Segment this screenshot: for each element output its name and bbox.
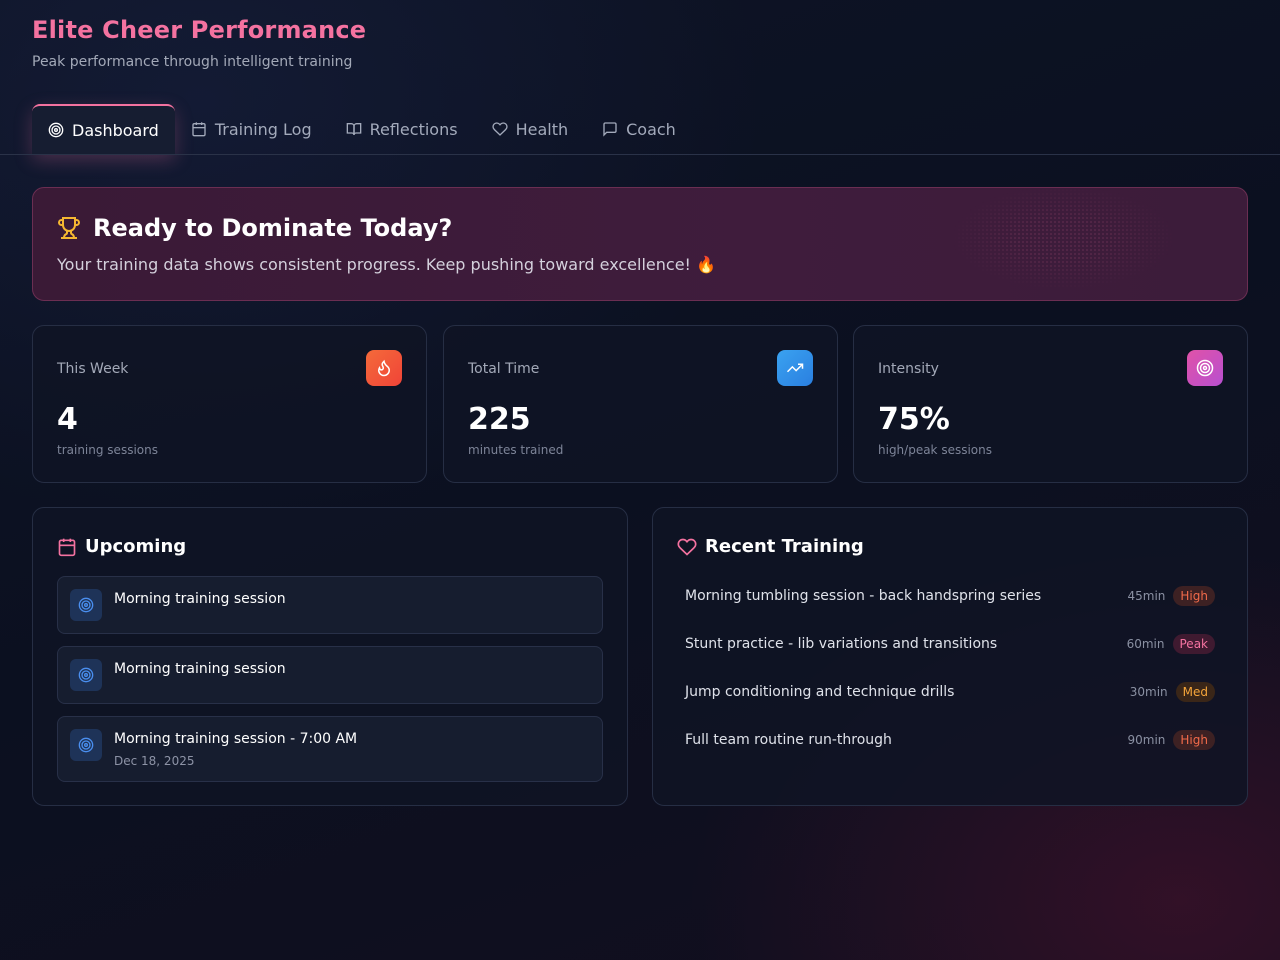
- banner-heading: Ready to Dominate Today?: [57, 214, 452, 242]
- training-description: Stunt practice - lib variations and tran…: [685, 636, 998, 652]
- stat-value: 75%: [878, 402, 950, 437]
- intensity-badge: High: [1173, 730, 1215, 750]
- training-description: Jump conditioning and technique drills: [685, 684, 955, 700]
- app-header: Elite Cheer Performance Peak performance…: [32, 16, 366, 70]
- flame-icon: [377, 359, 391, 377]
- tab-label: Dashboard: [72, 120, 159, 140]
- stat-icon-box: [366, 350, 402, 386]
- banner-text: Your training data shows consistent prog…: [57, 255, 716, 274]
- stat-label: Total Time: [468, 361, 540, 377]
- app-title: Elite Cheer Performance: [32, 16, 367, 44]
- intensity-badge: Med: [1175, 682, 1215, 702]
- chat-icon: [603, 122, 617, 137]
- training-duration: 90min: [1127, 733, 1166, 747]
- book-icon: [346, 123, 361, 136]
- upcoming-icon-box: [70, 659, 102, 691]
- banner-title: Ready to Dominate Today?: [93, 214, 453, 242]
- upcoming-item[interactable]: Morning training session: [57, 646, 603, 704]
- intensity-badge: High: [1173, 586, 1215, 606]
- training-row[interactable]: Full team routine run-through 90min High: [685, 728, 1215, 752]
- panel-heading: Recent Training: [677, 536, 864, 557]
- training-description: Full team routine run-through: [685, 732, 892, 748]
- tab-dashboard[interactable]: Dashboard: [32, 104, 175, 154]
- calendar-icon: [192, 122, 206, 137]
- banner-decoration: [913, 188, 1213, 300]
- tab-label: Reflections: [369, 119, 458, 139]
- tab-divider: [0, 154, 1280, 155]
- tab-training-log[interactable]: Training Log: [175, 104, 330, 154]
- stat-value: 4: [57, 402, 78, 437]
- trophy-icon: [58, 217, 80, 239]
- target-icon: [1196, 359, 1214, 377]
- stat-subtext: minutes trained: [468, 443, 564, 457]
- panel-title: Upcoming: [85, 536, 187, 557]
- training-duration: 30min: [1129, 685, 1168, 699]
- upcoming-item[interactable]: Morning training session - 7:00 AM Dec 1…: [57, 716, 603, 782]
- training-description: Morning tumbling session - back handspri…: [685, 588, 1042, 604]
- training-duration: 45min: [1127, 589, 1166, 603]
- upcoming-item[interactable]: Morning training session: [57, 576, 603, 634]
- motivation-banner: Ready to Dominate Today? Your training d…: [32, 187, 1248, 301]
- stat-subtext: training sessions: [57, 443, 158, 457]
- stat-label: This Week: [57, 361, 129, 377]
- stat-card-total-time: Total Time 225 minutes trained: [443, 325, 838, 483]
- upcoming-icon-box: [70, 729, 102, 761]
- stat-value: 225: [468, 402, 531, 437]
- training-row[interactable]: Jump conditioning and technique drills 3…: [685, 680, 1215, 704]
- upcoming-panel: Upcoming Morning training session Mornin…: [32, 507, 628, 806]
- stat-card-this-week: This Week 4 training sessions: [32, 325, 427, 483]
- recent-training-panel: Recent Training Morning tumbling session…: [652, 507, 1248, 806]
- tab-coach[interactable]: Coach: [586, 104, 694, 154]
- stat-card-intensity: Intensity 75% high/peak sessions: [853, 325, 1248, 483]
- upcoming-icon-box: [70, 589, 102, 621]
- trending-up-icon: [786, 363, 804, 373]
- upcoming-date: Dec 18, 2025: [114, 754, 195, 768]
- stat-icon-box: [1187, 350, 1223, 386]
- stat-icon-box: [777, 350, 813, 386]
- upcoming-title: Morning training session: [114, 591, 286, 607]
- stat-label: Intensity: [878, 361, 939, 377]
- upcoming-title: Morning training session: [114, 661, 286, 677]
- tab-bar: Dashboard Training Log Reflections Healt…: [32, 104, 694, 154]
- tab-health[interactable]: Health: [476, 104, 587, 154]
- intensity-badge: Peak: [1172, 634, 1215, 654]
- tab-reflections[interactable]: Reflections: [330, 104, 476, 154]
- panel-title: Recent Training: [705, 536, 864, 557]
- app-subtitle: Peak performance through intelligent tra…: [32, 54, 353, 70]
- upcoming-title: Morning training session - 7:00 AM: [114, 731, 358, 747]
- tab-label: Coach: [626, 119, 676, 139]
- target-icon: [78, 597, 94, 613]
- training-duration: 60min: [1126, 637, 1165, 651]
- heart-icon: [491, 122, 508, 136]
- target-icon: [78, 667, 94, 683]
- training-row[interactable]: Stunt practice - lib variations and tran…: [685, 632, 1215, 656]
- training-row[interactable]: Morning tumbling session - back handspri…: [685, 584, 1215, 608]
- target-icon: [78, 737, 94, 753]
- heart-icon: [677, 538, 697, 556]
- panel-heading: Upcoming: [57, 536, 186, 557]
- tab-label: Training Log: [214, 119, 312, 139]
- stat-subtext: high/peak sessions: [878, 443, 992, 457]
- tab-label: Health: [515, 119, 569, 139]
- calendar-icon: [58, 538, 76, 556]
- target-icon: [48, 122, 64, 138]
